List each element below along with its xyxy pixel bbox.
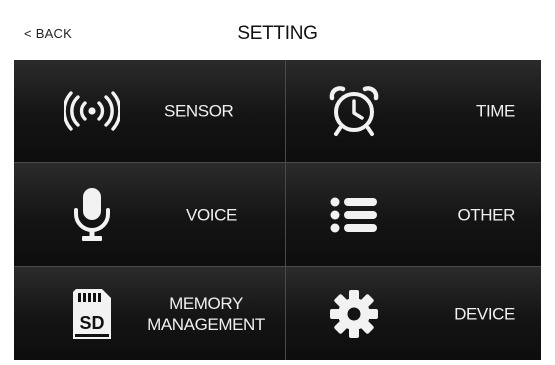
header-bar: < BACK SETTING: [14, 10, 541, 60]
settings-screen: < BACK SETTING SENSOR TIME VOICE OTHER S…: [14, 10, 541, 360]
sensor-tile[interactable]: SENSOR: [14, 60, 286, 163]
memory-label-line2: MANAGEMENT: [147, 314, 265, 334]
sd-card-icon: SD: [62, 287, 122, 341]
wireless-signal-icon: [62, 91, 122, 131]
sensor-label: SENSOR: [164, 101, 234, 121]
settings-menu-grid: SENSOR TIME VOICE OTHER SD MEMORY MANAGE…: [14, 60, 541, 360]
device-label: DEVICE: [454, 304, 515, 323]
memory-label-line1: MEMORY: [169, 293, 243, 313]
alarm-clock-icon: [324, 85, 384, 137]
other-tile[interactable]: OTHER: [286, 163, 541, 267]
list-icon: [324, 195, 384, 235]
voice-label: VOICE: [186, 205, 237, 224]
memory-management-tile[interactable]: SD MEMORY MANAGEMENT: [14, 267, 286, 360]
device-tile[interactable]: DEVICE: [286, 267, 541, 360]
time-tile[interactable]: TIME: [286, 60, 541, 163]
time-label: TIME: [475, 101, 515, 121]
memory-management-label: MEMORY MANAGEMENT: [138, 293, 274, 335]
page-title: SETTING: [237, 23, 318, 44]
microphone-icon: [62, 186, 122, 244]
sd-card-text: SD: [79, 313, 104, 333]
other-label: OTHER: [457, 205, 515, 224]
gear-icon: [324, 289, 384, 339]
voice-tile[interactable]: VOICE: [14, 163, 286, 267]
